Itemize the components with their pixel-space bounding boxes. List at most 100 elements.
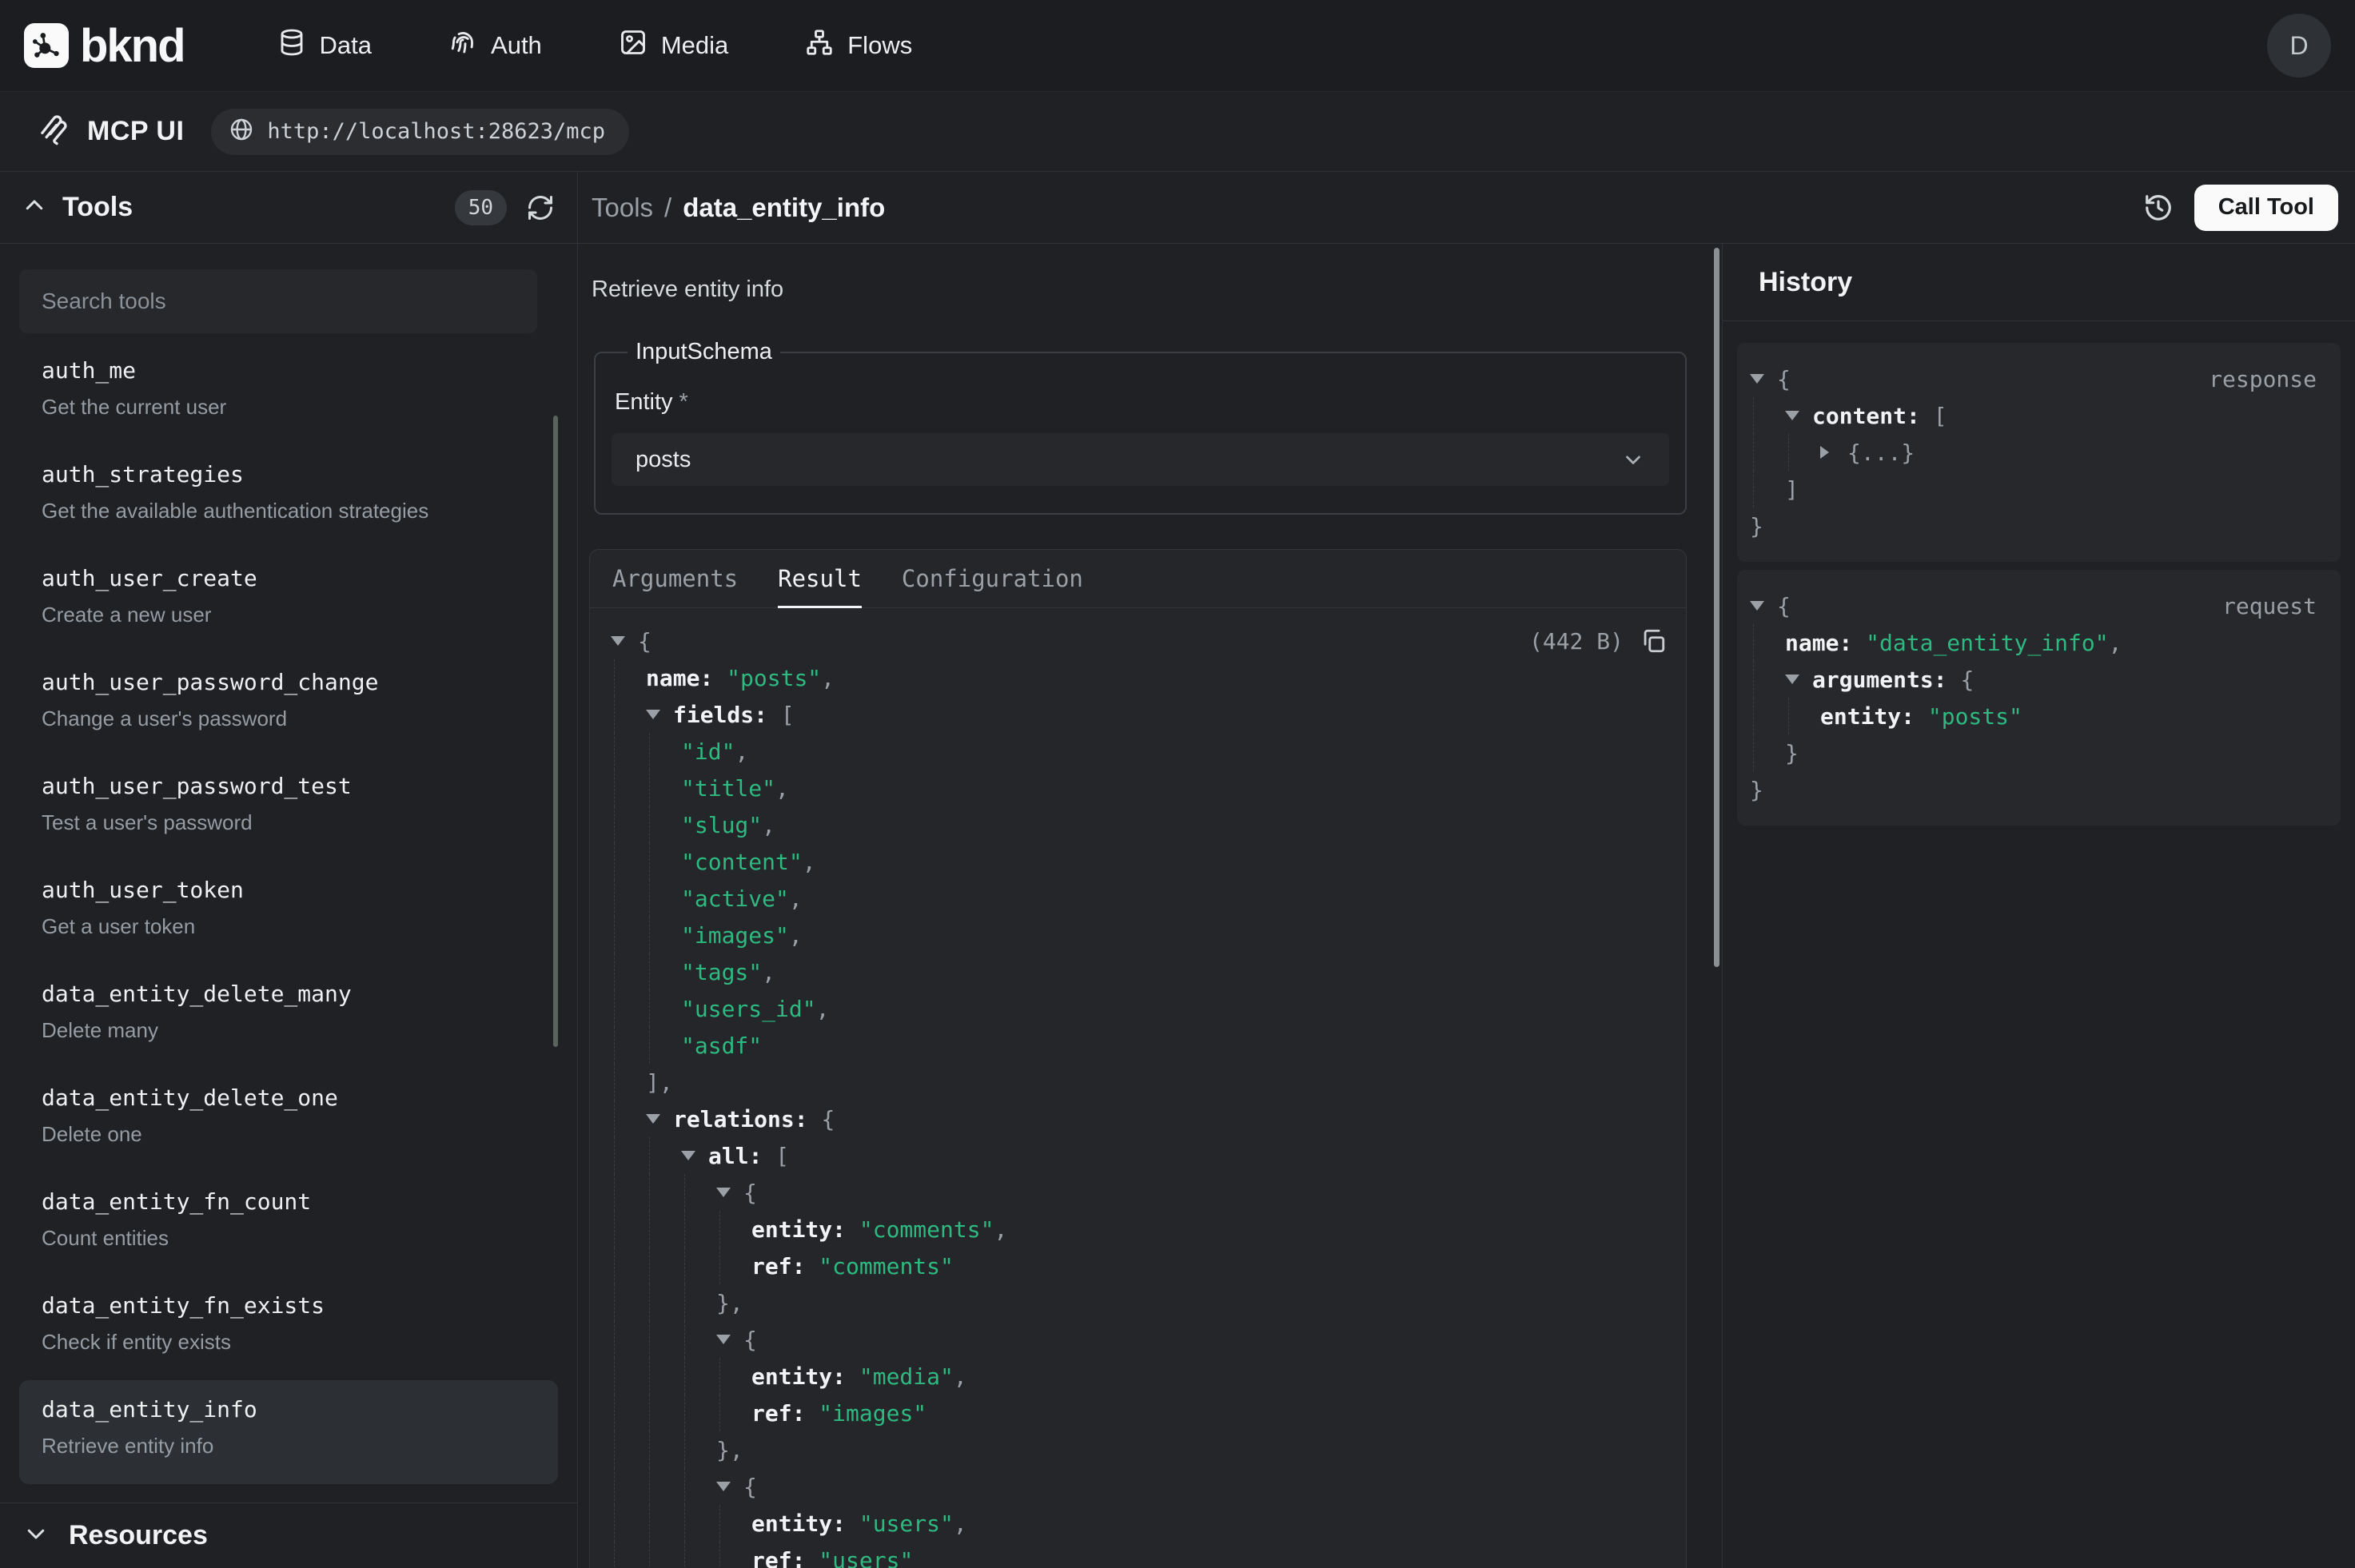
mcp-url-pill[interactable]: http://localhost:28623/mcp — [211, 109, 629, 155]
bknd-logo[interactable]: bknd — [24, 19, 185, 73]
collapse-triangle-icon[interactable] — [716, 1482, 743, 1491]
tool-name: auth_user_password_test — [42, 773, 536, 799]
refresh-tools-button[interactable] — [526, 193, 555, 222]
json-line: "slug", — [611, 806, 1667, 843]
tool-name: auth_strategies — [42, 461, 536, 488]
tool-name: data_entity_fn_count — [42, 1188, 536, 1215]
history-cards: {responsecontent: [{...}]}{requestname: … — [1723, 321, 2355, 855]
sidebar-scrollbar[interactable] — [553, 416, 558, 1047]
nav-item-data[interactable]: Data — [277, 28, 372, 63]
tab-bar: Arguments Result Configuration — [590, 550, 1686, 608]
tool-list-item-auth_me[interactable]: auth_meGet the current user — [19, 341, 558, 445]
collapse-triangle-icon[interactable] — [716, 1188, 743, 1197]
tool-list-item-auth_user_password_change[interactable]: auth_user_password_changeChange a user's… — [19, 653, 558, 757]
breadcrumb-section[interactable]: Tools — [592, 193, 653, 223]
tools-section-header[interactable]: Tools 50 — [0, 172, 577, 244]
tool-list-item-auth_user_create[interactable]: auth_user_createCreate a new user — [19, 549, 558, 653]
tool-description: Change a user's password — [42, 706, 536, 731]
history-card-request[interactable]: {requestname: "data_entity_info",argumen… — [1737, 570, 2341, 826]
nav-item-media[interactable]: Media — [619, 28, 728, 63]
tab-configuration[interactable]: Configuration — [902, 550, 1083, 607]
collapse-triangle-icon[interactable] — [1750, 601, 1777, 611]
expand-triangle-icon[interactable] — [1820, 446, 1847, 459]
tool-description: Create a new user — [42, 603, 536, 627]
json-line: {request — [1750, 587, 2317, 624]
history-entry-kind: request — [2222, 593, 2317, 619]
tools-count-badge: 50 — [455, 190, 507, 225]
breadcrumb-tool-name: data_entity_info — [683, 193, 885, 223]
resources-section-header[interactable]: Resources — [0, 1502, 577, 1568]
mcp-url: http://localhost:28623/mcp — [267, 119, 605, 144]
database-icon — [277, 28, 306, 63]
json-line: "content", — [611, 843, 1667, 880]
entity-select[interactable]: posts — [612, 433, 1669, 486]
json-line: "active", — [611, 880, 1667, 917]
history-icon-button[interactable] — [2143, 193, 2174, 223]
history-card-response[interactable]: {responsecontent: [{...}]} — [1737, 343, 2341, 562]
collapse-triangle-icon[interactable] — [611, 636, 638, 646]
breadcrumb-separator: / — [664, 193, 671, 223]
json-line: arguments: { — [1750, 661, 2317, 698]
json-line: "title", — [611, 770, 1667, 806]
collapse-triangle-icon[interactable] — [716, 1335, 743, 1344]
tool-description: Get the available authentication strateg… — [42, 499, 536, 523]
chevron-down-icon — [24, 1522, 48, 1550]
tool-name: data_entity_delete_one — [42, 1084, 536, 1111]
tab-arguments[interactable]: Arguments — [612, 550, 738, 607]
json-line: {...} — [1750, 434, 2317, 471]
avatar-initial: D — [2289, 31, 2308, 61]
tool-list-item-data_entity_info[interactable]: data_entity_infoRetrieve entity info — [19, 1380, 558, 1484]
json-line: entity: "users", — [611, 1505, 1667, 1542]
tool-description: Get a user token — [42, 914, 536, 939]
tool-name: data_entity_fn_exists — [42, 1292, 536, 1319]
main-scrollbar[interactable] — [1714, 248, 1719, 967]
tool-description: Count entities — [42, 1226, 536, 1251]
json-line: name: "posts", — [611, 659, 1667, 696]
user-avatar[interactable]: D — [2267, 14, 2331, 78]
input-schema-fieldset: InputSchema Entity* posts — [594, 339, 1687, 515]
image-icon — [619, 28, 648, 63]
tool-description: Retrieve entity info — [42, 1434, 536, 1459]
tool-list-item-auth_user_password_test[interactable]: auth_user_password_testTest a user's pas… — [19, 757, 558, 861]
call-tool-button[interactable]: Call Tool — [2194, 185, 2338, 231]
json-line: ref: "comments" — [611, 1248, 1667, 1284]
nav-item-auth[interactable]: Auth — [448, 28, 542, 63]
tool-list-item-data_entity_fn_exists[interactable]: data_entity_fn_exists Check if entity exi… — [19, 1276, 558, 1380]
collapse-triangle-icon[interactable] — [681, 1151, 708, 1160]
tool-list-item-auth_strategies[interactable]: auth_strategies Get the available authent… — [19, 445, 558, 549]
json-line: entity: "posts" — [1750, 698, 2317, 734]
tool-list-item-data_entity_delete_many[interactable]: data_entity_delete_manyDelete many — [19, 965, 558, 1069]
tool-list-item-auth_user_token[interactable]: auth_user_tokenGet a user token — [19, 861, 558, 965]
collapse-triangle-icon[interactable] — [1750, 374, 1777, 384]
json-line: name: "data_entity_info", — [1750, 624, 2317, 661]
copy-icon[interactable] — [1640, 627, 1667, 655]
tool-list-item-data_entity_fn_count[interactable]: data_entity_fn_count Count entities — [19, 1172, 558, 1276]
tab-result[interactable]: Result — [778, 550, 862, 607]
json-line: ref: "images" — [611, 1395, 1667, 1431]
tool-description: Delete one — [42, 1122, 536, 1147]
json-line: entity: "comments", — [611, 1211, 1667, 1248]
mcp-bar: MCP UI http://localhost:28623/mcp — [0, 92, 2355, 172]
history-entry-kind: response — [2209, 366, 2317, 392]
tools-sidebar: Tools 50 auth_meGet the current userauth… — [0, 172, 578, 1568]
fingerprint-icon — [448, 28, 477, 63]
json-line: "tags", — [611, 953, 1667, 990]
search-tools-input[interactable] — [19, 269, 537, 333]
collapse-triangle-icon[interactable] — [1785, 411, 1812, 420]
collapse-triangle-icon[interactable] — [646, 1114, 673, 1124]
collapse-triangle-icon[interactable] — [646, 710, 673, 719]
json-line: relations: { — [611, 1100, 1667, 1137]
tool-list-item-data_entity_delete_one[interactable]: data_entity_delete_one Delete one — [19, 1069, 558, 1172]
collapse-triangle-icon[interactable] — [1785, 675, 1812, 684]
json-line: ], — [611, 1064, 1667, 1100]
tool-description: Get the current user — [42, 395, 536, 420]
json-line: { — [611, 1468, 1667, 1505]
json-line: "asdf" — [611, 1027, 1667, 1064]
json-line: }, — [611, 1284, 1667, 1321]
json-line: } — [1750, 771, 2317, 808]
json-line: { — [611, 1321, 1667, 1358]
nav-item-flows[interactable]: Flows — [805, 28, 912, 63]
mcp-ui-title: MCP UI — [87, 116, 184, 147]
tool-description: Check if entity exists — [42, 1330, 536, 1355]
bknd-logo-text: bknd — [80, 19, 185, 73]
